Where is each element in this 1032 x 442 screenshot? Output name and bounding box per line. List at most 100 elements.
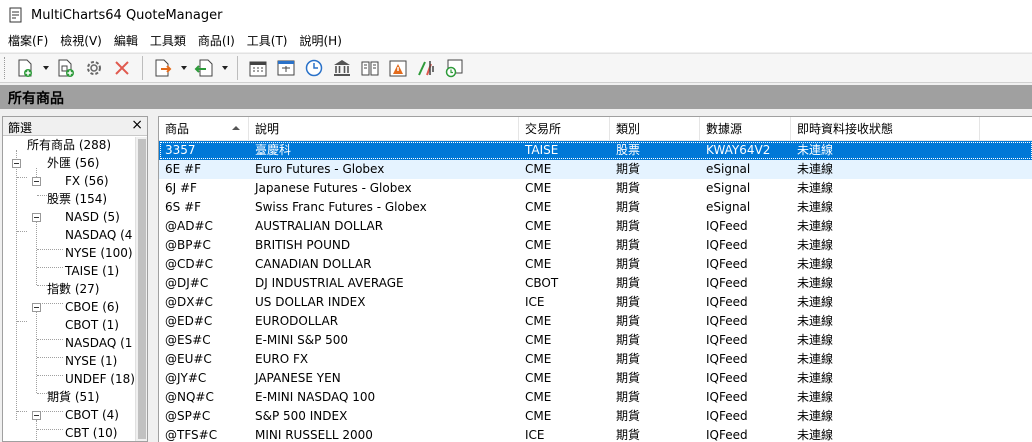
category-cell: 期貨 xyxy=(616,314,641,328)
import-icon[interactable] xyxy=(151,56,175,80)
new-symbol-icon[interactable] xyxy=(13,56,37,80)
table-row[interactable]: @BP#C BRITISH POUND CME 期貨 IQFeed 未連線 xyxy=(159,236,1032,255)
table-row[interactable]: @SP#C S&P 500 INDEX CME 期貨 IQFeed 未連線 xyxy=(159,407,1032,426)
tree-node-cbot-index[interactable]: CBOT (1) xyxy=(65,316,119,334)
description-cell: Euro Futures - Globex xyxy=(255,162,385,176)
tree-node-undef[interactable]: UNDEF (18) xyxy=(65,370,135,388)
column-header-data-source[interactable]: 數據源 xyxy=(700,117,791,141)
filter-scrollbar[interactable] xyxy=(135,137,147,441)
tree-line xyxy=(17,321,27,322)
symbol-cell: 6S #F xyxy=(165,200,202,214)
tree-node-nyse-index[interactable]: NYSE (1) xyxy=(65,352,117,370)
tree-line xyxy=(37,249,63,250)
category-cell: 期貨 xyxy=(616,238,641,252)
tree-line xyxy=(16,150,17,420)
column-header-realtime-status[interactable]: 即時資料接收狀態 xyxy=(791,117,980,141)
category-cell: 期貨 xyxy=(616,200,641,214)
clock-icon[interactable] xyxy=(302,56,326,80)
tree-node-nasdaq-index[interactable]: NASDAQ (1 xyxy=(65,334,132,352)
column-header-exchange[interactable]: 交易所 xyxy=(519,117,610,141)
toolbar xyxy=(0,53,1032,83)
session-icon[interactable] xyxy=(274,56,298,80)
filter-title: 篩選 xyxy=(8,121,33,135)
table-row[interactable]: @ED#C EURODOLLAR CME 期貨 IQFeed 未連線 xyxy=(159,312,1032,331)
add-symbol-icon[interactable] xyxy=(54,56,78,80)
import-dropdown[interactable] xyxy=(179,56,188,80)
menu-help[interactable]: 說明(H) xyxy=(295,31,347,51)
tree-line xyxy=(17,231,27,232)
description-cell: DJ INDUSTRIAL AVERAGE xyxy=(255,276,404,290)
symbol-cell: 6J #F xyxy=(165,181,197,195)
table-row[interactable]: @ES#C E-MINI S&P 500 CME 期貨 IQFeed 未連線 xyxy=(159,331,1032,350)
filter-panel: 篩選 × 所有商品 (288) 外匯 (56) FX (56) 股票 (154)… xyxy=(2,116,148,442)
book-icon[interactable] xyxy=(358,56,382,80)
symbol-cell: 3357 xyxy=(165,143,196,157)
menu-tools[interactable]: 工具(T) xyxy=(242,31,293,51)
settings-icon[interactable] xyxy=(82,56,106,80)
table-row[interactable]: @NQ#C E-MINI NASDAQ 100 CME 期貨 IQFeed 未連線 xyxy=(159,388,1032,407)
menu-tool-class[interactable]: 工具類 xyxy=(145,31,191,51)
new-symbol-dropdown[interactable] xyxy=(41,56,50,80)
table-row[interactable]: 6S #F Swiss Franc Futures - Globex CME 期貨 eS… xyxy=(159,198,1032,217)
tree-node-cbt[interactable]: CBT (10) xyxy=(65,424,117,441)
description-cell: JAPANESE YEN xyxy=(255,371,341,385)
tree-node-nasd[interactable]: NASD (5) xyxy=(65,208,120,226)
table-row[interactable]: @AD#C AUSTRALIAN DOLLAR CME 期貨 IQFeed 未連線 xyxy=(159,217,1032,236)
exchange-cell: CME xyxy=(525,314,552,328)
tree-node-futures[interactable]: 期貨 (51) xyxy=(47,388,99,406)
table-row[interactable]: @CD#C CANADIAN DOLLAR CME 期貨 IQFeed 未連線 xyxy=(159,255,1032,274)
symbol-cell: @CD#C xyxy=(165,257,214,271)
symbol-cell: @SP#C xyxy=(165,409,211,423)
export-dropdown[interactable] xyxy=(220,56,229,80)
collapse-icon[interactable] xyxy=(32,177,41,186)
tree-node-taise[interactable]: TAISE (1) xyxy=(65,262,119,280)
scrollbar-thumb[interactable] xyxy=(138,139,146,439)
collapse-icon[interactable] xyxy=(32,411,41,420)
table-row[interactable]: @DX#C US DOLLAR INDEX ICE 期貨 IQFeed 未連線 xyxy=(159,293,1032,312)
exchange-icon[interactable] xyxy=(330,56,354,80)
table-row[interactable]: @DJ#C DJ INDUSTRIAL AVERAGE CBOT 期貨 IQFeed 未連… xyxy=(159,274,1032,293)
chart-tools-icon[interactable] xyxy=(414,56,438,80)
tree-node-fx[interactable]: FX (56) xyxy=(65,172,109,190)
column-header-label: 即時資料接收狀態 xyxy=(797,122,894,136)
exchange-cell: CME xyxy=(525,333,552,347)
tree-line xyxy=(37,339,63,340)
table-row[interactable]: @TFS#C MINI RUSSELL 2000 ICE 期貨 IQFeed 未連線 xyxy=(159,426,1032,442)
description-cell: E-MINI S&P 500 xyxy=(255,333,349,347)
export-icon[interactable] xyxy=(192,56,216,80)
menu-file[interactable]: 檔案(F) xyxy=(3,31,53,51)
calendar-icon[interactable] xyxy=(246,56,270,80)
tree-node-nyse-stock[interactable]: NYSE (100) xyxy=(65,244,133,262)
column-header-description[interactable]: 說明 xyxy=(249,117,519,141)
column-header-category[interactable]: 類別 xyxy=(610,117,700,141)
symbol-cell: @DX#C xyxy=(165,295,213,309)
menu-instrument[interactable]: 商品(I) xyxy=(193,31,240,51)
table-row[interactable]: 6E #F Euro Futures - Globex CME 期貨 eSignal 未連… xyxy=(159,160,1032,179)
data-source-cell: IQFeed xyxy=(706,314,748,328)
toolbar-grip[interactable] xyxy=(4,57,7,79)
collapse-icon[interactable] xyxy=(32,213,41,222)
close-icon[interactable]: × xyxy=(131,117,143,133)
description-cell: 臺慶科 xyxy=(255,143,292,157)
table-row[interactable]: 6J #F Japanese Futures - Globex CME 期貨 eSign… xyxy=(159,179,1032,198)
menu-edit[interactable]: 編輯 xyxy=(109,31,143,51)
schedule-icon[interactable] xyxy=(442,56,466,80)
collapse-icon[interactable] xyxy=(12,159,21,168)
menu-view[interactable]: 檢視(V) xyxy=(55,31,107,51)
table-row[interactable]: @JY#C JAPANESE YEN CME 期貨 IQFeed 未連線 xyxy=(159,369,1032,388)
tree-node-index[interactable]: 指數 (27) xyxy=(47,280,99,298)
tree-node-cbot-futures[interactable]: CBOT (4) xyxy=(65,406,119,424)
table-row[interactable]: 3357 臺慶科 TAISE 股票 KWAY64V2 未連線 xyxy=(159,141,1032,160)
exchange-cell: CBOT xyxy=(525,276,559,290)
tree-node-forex[interactable]: 外匯 (56) xyxy=(47,154,99,172)
alert-icon[interactable] xyxy=(386,56,410,80)
description-cell: CANADIAN DOLLAR xyxy=(255,257,372,271)
tree-node-all-instruments[interactable]: 所有商品 (288) xyxy=(27,136,111,154)
collapse-icon[interactable] xyxy=(32,303,41,312)
table-row[interactable]: @EU#C EURO FX CME 期貨 IQFeed 未連線 xyxy=(159,350,1032,369)
delete-icon[interactable] xyxy=(110,56,134,80)
tree-node-cboe[interactable]: CBOE (6) xyxy=(65,298,119,316)
tree-node-stocks[interactable]: 股票 (154) xyxy=(47,190,107,208)
tree-node-nasdaq-stock[interactable]: NASDAQ (4 xyxy=(65,226,132,244)
column-header-symbol[interactable]: 商品 xyxy=(159,117,249,141)
